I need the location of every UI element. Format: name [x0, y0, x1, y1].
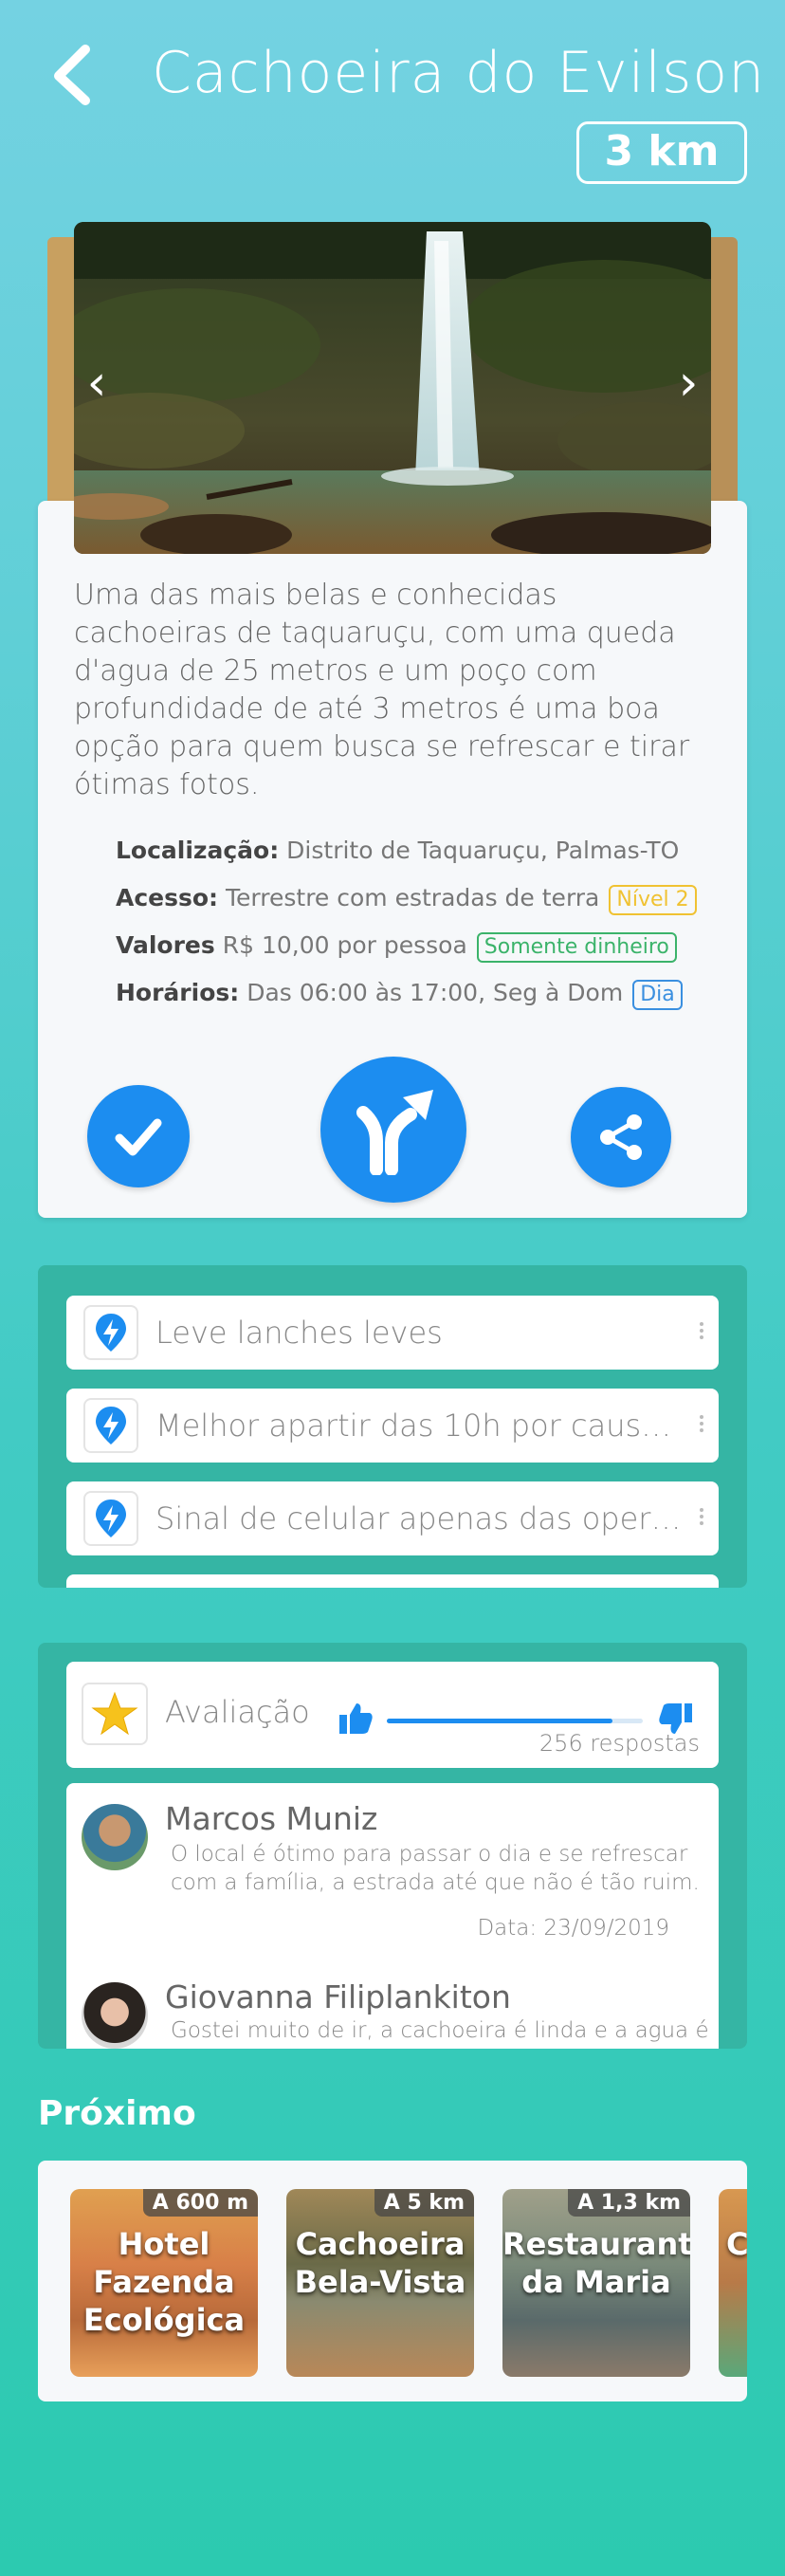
reviews-panel: Avaliação 256 respostas Marcos Muniz O l… [38, 1643, 747, 2049]
photo-next-button[interactable]: › [669, 355, 707, 412]
place-name: Restaurante da Maria [502, 2226, 690, 2300]
reviewer-name: Giovanna Filiplankiton [165, 1978, 511, 2015]
info-price: Valores R$ 10,00 por pessoa Somente dinhe… [116, 931, 677, 963]
reviewer-name: Marcos Muniz [165, 1800, 378, 1837]
distance-badge: 3 km [576, 121, 747, 184]
review-text: Gostei muito de ir, a cachoeira é linda … [171, 2018, 709, 2043]
place-name: Hotel Fazenda Ecológica [82, 2226, 246, 2338]
info-location: Localização: Distrito de Taquaruçu, Palm… [116, 837, 680, 864]
more-options-icon[interactable] [700, 1415, 705, 1435]
tip-item[interactable] [66, 1574, 719, 1588]
share-button[interactable] [571, 1087, 671, 1187]
tip-text: Sinal de celular apenas das operadoras [155, 1500, 686, 1536]
nearby-place-card[interactable]: A 1,3 km Restaurante da Maria [502, 2189, 690, 2377]
rating-label: Avaliação [165, 1694, 310, 1730]
tip-item[interactable]: Melhor apartir das 10h por causa do sol [66, 1389, 719, 1463]
info-access: Acesso: Terrestre com estradas de terra N… [116, 884, 697, 915]
payment-tag: Somente dinheiro [476, 932, 677, 963]
star-icon [82, 1683, 148, 1745]
directions-icon [356, 1090, 433, 1175]
photo-prev-button[interactable]: ‹ [78, 355, 116, 412]
share-icon [600, 1114, 642, 1160]
tip-item[interactable]: Leve lanches leves [66, 1296, 719, 1370]
directions-button[interactable] [320, 1057, 466, 1203]
back-button[interactable] [46, 42, 102, 108]
avatar [82, 1804, 148, 1870]
level-tag: Nível 2 [609, 885, 697, 915]
visited-button[interactable] [87, 1085, 190, 1187]
thumbs-up-icon[interactable] [338, 1702, 374, 1736]
response-count: 256 respostas [539, 1730, 700, 1757]
tip-bolt-icon [83, 1305, 138, 1360]
place-distance: A 600 m [142, 2189, 258, 2217]
tip-item[interactable]: Sinal de celular apenas das operadoras [66, 1481, 719, 1555]
tips-panel: Leve lanches leves Melhor apartir das 10… [38, 1265, 747, 1588]
review-list: Marcos Muniz O local é ótimo para passar… [66, 1783, 719, 2049]
rating-track [387, 1719, 643, 1723]
tip-text: Melhor apartir das 10h por causa do sol [155, 1408, 686, 1444]
place-name: C [726, 2226, 747, 2262]
more-options-icon[interactable] [700, 1508, 705, 1528]
place-name: Cachoeira Bela-Vista [294, 2226, 466, 2300]
review-date: Data: 23/09/2019 [477, 1916, 669, 1941]
chevron-left-icon [54, 45, 90, 105]
tip-bolt-icon [83, 1491, 138, 1546]
period-tag: Dia [632, 980, 683, 1010]
tip-text: Leve lanches leves [155, 1315, 443, 1351]
description: Uma das mais belas e conhecidas cachoeir… [74, 579, 690, 801]
nearby-place-card[interactable]: C [719, 2189, 747, 2377]
nearby-title: Próximo [38, 2094, 196, 2133]
waterfall-photo: ‹ › [74, 222, 711, 554]
page-title: Cachoeira do Evilson [152, 40, 766, 106]
review-text: O local é ótimo para passar o dia e se r… [171, 1842, 700, 1895]
nearby-place-card[interactable]: A 5 km Cachoeira Bela-Vista [286, 2189, 474, 2377]
place-distance: A 5 km [374, 2189, 474, 2217]
place-distance: A 1,3 km [568, 2189, 690, 2217]
info-hours: Horários: Das 06:00 às 17:00, Seg à Dom D… [116, 979, 683, 1010]
more-options-icon[interactable] [700, 1322, 705, 1342]
nearby-carousel: A 600 m Hotel Fazenda Ecológica A 5 km C… [38, 2161, 747, 2401]
rating-fill [387, 1719, 612, 1723]
avatar [82, 1982, 148, 2049]
tip-bolt-icon [83, 1398, 138, 1453]
rating-box: Avaliação 256 respostas [66, 1662, 719, 1768]
check-icon [115, 1118, 162, 1156]
nearby-place-card[interactable]: A 600 m Hotel Fazenda Ecológica [70, 2189, 258, 2377]
